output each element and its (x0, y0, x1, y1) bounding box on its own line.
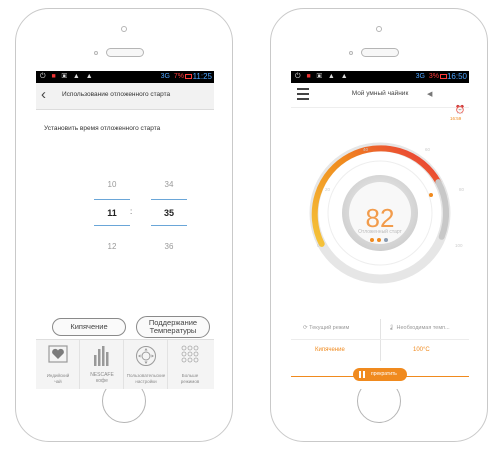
mode-custom-settings[interactable]: Пользовательские настройки (124, 340, 168, 389)
hours-picker[interactable]: 10 11 12 (94, 175, 130, 265)
dial-status: Отложенный старт (358, 229, 402, 235)
picker-divider (151, 199, 187, 200)
sensor-dot (94, 51, 98, 55)
settings-dial-icon (135, 346, 156, 366)
section-subtitle: Установить время отложенного старта (44, 125, 161, 132)
mode-more[interactable]: Больше режимов (168, 340, 212, 389)
screen-delayed-start: ⏻ ■ ▣ ▲ ▲ 3G 7% 11:25 ‹ Использование от… (36, 71, 214, 389)
earpiece-speaker (361, 48, 399, 57)
battery-percent: 3% (428, 73, 439, 80)
status-bar: ⏻ ■ ▣ ▲ ▲ 3G 7% 11:25 (36, 71, 214, 83)
picker-value[interactable]: 12 (94, 242, 130, 251)
picker-selected-value[interactable]: 35 (151, 208, 187, 218)
status-bar: ⏻ ■ ▣ ▲ ▲ 3G 3% 16:50 (291, 71, 469, 83)
scale-label: 60 (425, 147, 431, 152)
phone-left: ⏻ ■ ▣ ▲ ▲ 3G 7% 11:25 ‹ Использование от… (15, 8, 233, 442)
network-indicator: 3G (415, 73, 425, 80)
stop-button[interactable]: прекратить (353, 368, 407, 381)
status-time: 11:25 (192, 72, 212, 81)
status-icons: ⏻ ■ ▣ ▲ ▲ (295, 73, 350, 80)
scale-label: 80 (459, 187, 465, 192)
required-temp-value: 100°C (413, 347, 430, 353)
boil-button-label: Кипячение (70, 322, 108, 331)
picker-value[interactable]: 36 (151, 242, 187, 251)
picker-value[interactable]: 34 (151, 180, 187, 189)
front-camera (121, 26, 127, 32)
heart-icon (47, 345, 68, 363)
chart-icon (93, 346, 108, 366)
network-indicator: 3G (160, 73, 170, 80)
mode-label: Индийский чай (46, 373, 70, 384)
keep-temp-label-2: Температуры (149, 326, 197, 335)
pause-icon (359, 371, 365, 378)
grid-icon (181, 345, 199, 363)
status-time: 16:50 (446, 72, 467, 81)
chevron-left-icon[interactable]: ‹ (41, 87, 46, 103)
battery-percent: 7% (173, 73, 184, 80)
screen-smart-kettle: ⏻ ■ ▣ ▲ ▲ 3G 3% 16:50 Мой умный чайник ◀… (291, 71, 469, 389)
scale-label: 40 (363, 147, 369, 152)
scale-label: 100 (455, 243, 463, 248)
picker-divider (94, 225, 130, 226)
scale-label: 20 (325, 187, 331, 192)
phone-right: ⏻ ■ ▣ ▲ ▲ 3G 3% 16:50 Мой умный чайник ◀… (270, 8, 488, 442)
required-temp-label: 🌡 Необходимая темп... (388, 325, 450, 331)
sensor-dot (349, 51, 353, 55)
current-mode-value: Кипячение (315, 347, 345, 353)
mode-bar: Индийский чай NESCAFE кофе Пользовательски… (36, 339, 214, 389)
front-camera (376, 26, 382, 32)
mode-label: Пользовательские настройки (126, 373, 166, 384)
mode-label: NESCAFE кофе (90, 372, 114, 384)
status-dots (370, 238, 392, 243)
page-title: Мой умный чайник (351, 90, 409, 97)
speaker-icon[interactable]: ◀ (427, 90, 432, 98)
keep-temperature-button[interactable]: Поддержание Температуры (136, 316, 210, 338)
info-hline (291, 339, 469, 340)
earpiece-speaker (106, 48, 144, 57)
app-header: Мой умный чайник ◀ (291, 83, 469, 108)
info-divider (380, 319, 381, 361)
minutes-picker[interactable]: 34 35 36 (151, 175, 187, 265)
picker-selected-value[interactable]: 11 (94, 208, 130, 218)
battery-icon (185, 74, 192, 79)
boil-button[interactable]: Кипячение (52, 318, 126, 336)
scale-label: 0 (317, 243, 320, 248)
picker-value[interactable]: 10 (94, 180, 130, 189)
mode-label: Больше режимов (180, 373, 200, 384)
page-title: Использование отложенного старта (62, 91, 171, 98)
time-separator: : (130, 207, 133, 216)
picker-divider (151, 225, 187, 226)
picker-divider (94, 199, 130, 200)
status-icons: ⏻ ■ ▣ ▲ ▲ (40, 73, 95, 80)
battery-icon (440, 74, 447, 79)
mode-nescafe-coffee[interactable]: NESCAFE кофе (80, 340, 124, 389)
current-mode-label: ⟳ Текущий режим (303, 325, 350, 331)
app-header: ‹ Использование отложенного старта (36, 83, 214, 110)
mode-indian-tea[interactable]: Индийский чай (36, 340, 80, 389)
stop-button-label: прекратить (371, 371, 397, 377)
